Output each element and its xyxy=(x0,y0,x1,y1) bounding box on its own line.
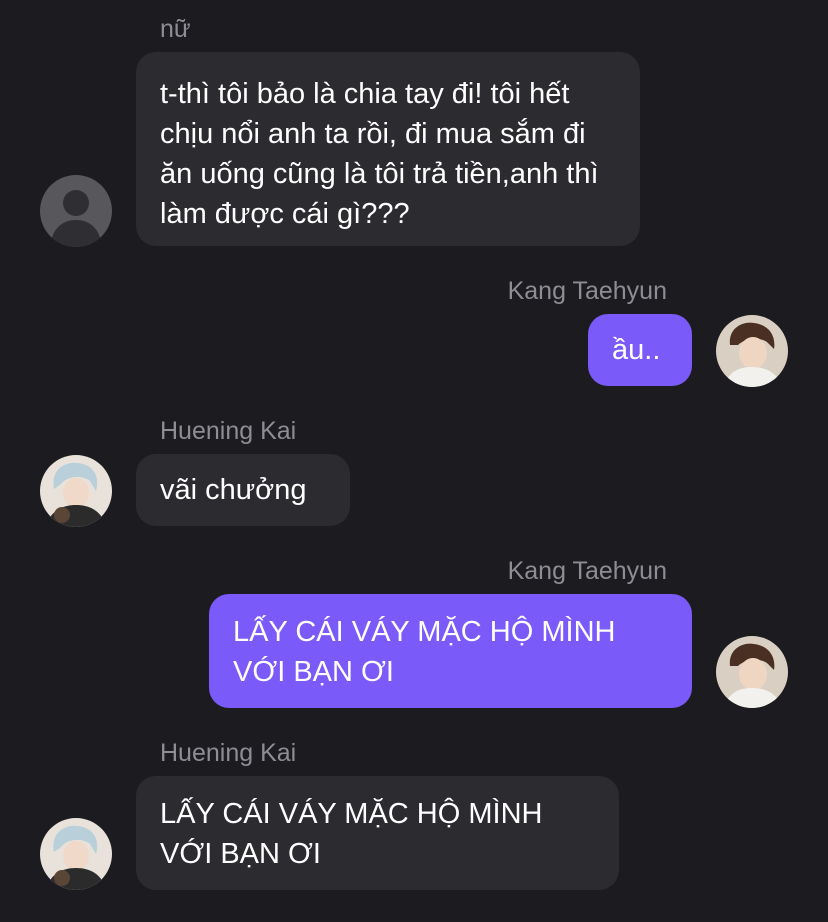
sender-name: Huening Kai xyxy=(160,739,297,767)
message-text: ầu.. xyxy=(612,334,661,366)
sender-name: nữ xyxy=(160,15,191,43)
default-person-icon[interactable] xyxy=(40,175,112,247)
message-text: t-thì tôi bảo là chia tay đi! tôi hết ch… xyxy=(160,78,599,230)
photo-avatar-icon[interactable] xyxy=(716,636,788,708)
sender-name: Kang Taehyun xyxy=(507,277,667,305)
message-text: LẤY CÁI VÁY MẶC HỘ MÌNH VỚI BẠN ƠI xyxy=(160,798,543,870)
message-bubble-incoming[interactable]: vãi chưởng xyxy=(136,454,350,526)
chat-thread: nữ t-thì tôi bảo là chia tay đi! tôi hết… xyxy=(0,0,828,922)
message-bubble-outgoing[interactable]: LẤY CÁI VÁY MẶC HỘ MÌNH VỚI BẠN ƠI xyxy=(209,594,692,708)
message-text: LẤY CÁI VÁY MẶC HỘ MÌNH VỚI BẠN ƠI xyxy=(233,616,616,688)
message-bubble-outgoing[interactable]: ầu.. xyxy=(588,314,692,386)
message-bubble-incoming[interactable]: t-thì tôi bảo là chia tay đi! tôi hết ch… xyxy=(136,52,640,246)
sender-name: Kang Taehyun xyxy=(507,557,667,585)
message-bubble-incoming[interactable]: LẤY CÁI VÁY MẶC HỘ MÌNH VỚI BẠN ƠI xyxy=(136,776,619,890)
photo-avatar-icon[interactable] xyxy=(716,315,788,387)
sender-name: Huening Kai xyxy=(160,417,297,445)
photo-avatar-icon[interactable] xyxy=(40,455,112,527)
photo-avatar-icon[interactable] xyxy=(40,818,112,890)
message-text: vãi chưởng xyxy=(160,474,307,506)
